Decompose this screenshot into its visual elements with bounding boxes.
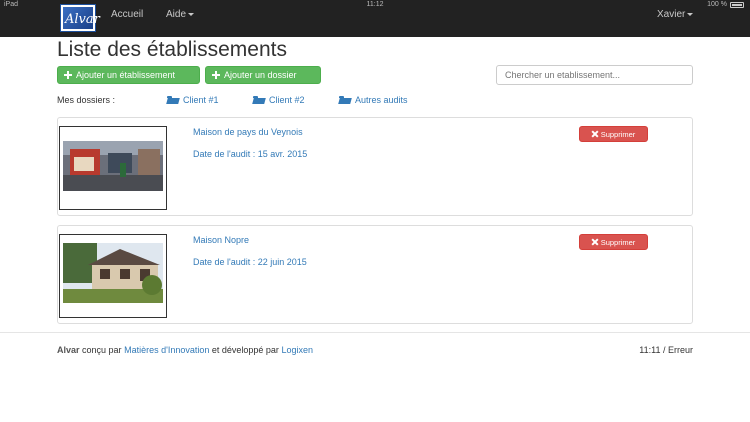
establishment-photo[interactable] xyxy=(59,126,167,210)
audit-date: Date de l'audit : 15 avr. 2015 xyxy=(193,149,308,159)
battery-icon xyxy=(730,1,744,8)
footer-text-designed: conçu par xyxy=(82,345,122,355)
footer-text-developed: et développé par xyxy=(211,345,279,355)
folder-open-icon xyxy=(253,96,265,104)
remove-icon xyxy=(592,131,598,137)
nav-help-dropdown[interactable]: Aide xyxy=(166,9,195,20)
plus-icon xyxy=(212,71,220,79)
add-folder-label: Ajouter un dossier xyxy=(224,70,297,80)
page-title: Liste des établissements xyxy=(57,38,287,61)
footer-brand: Alvar xyxy=(57,345,80,355)
nav-user-label: Xavier xyxy=(657,9,686,20)
folder-link-client-2[interactable]: Client #2 xyxy=(253,95,305,105)
remove-icon xyxy=(592,239,598,245)
footer-link-designer[interactable]: Matières d'Innovation xyxy=(124,345,209,355)
folders-label: Mes dossiers : xyxy=(57,95,116,105)
folder-open-icon xyxy=(167,96,179,104)
status-time: 11:12 xyxy=(366,1,384,8)
add-establishment-label: Ajouter un établissement xyxy=(76,70,176,80)
nav-home-link[interactable]: Accueil xyxy=(111,9,143,20)
establishment-card: Maison de pays du Veynois Date de l'audi… xyxy=(57,117,693,216)
ios-status-bar: iPad 11:12 100 % xyxy=(0,0,750,10)
add-establishment-button[interactable]: Ajouter un établissement xyxy=(57,66,200,84)
nav-user-dropdown[interactable]: Xavier xyxy=(657,9,694,20)
establishment-name-link[interactable]: Maison de pays du Veynois xyxy=(193,127,303,137)
folder-label: Client #2 xyxy=(269,95,305,105)
plus-icon xyxy=(64,71,72,79)
folder-label: Client #1 xyxy=(183,95,219,105)
folder-link-other-audits[interactable]: Autres audits xyxy=(339,95,408,105)
delete-label: Supprimer xyxy=(600,237,636,247)
footer-divider xyxy=(0,332,750,333)
battery-label: 100 % xyxy=(707,1,727,8)
delete-button[interactable]: Supprimer xyxy=(579,234,648,250)
audit-date: Date de l'audit : 22 juin 2015 xyxy=(193,257,307,267)
house-photo xyxy=(60,235,166,317)
delete-label: Supprimer xyxy=(600,129,636,139)
delete-button[interactable]: Supprimer xyxy=(579,126,648,142)
footer-credits: Alvar conçu par Matières d'Innovation et… xyxy=(57,345,313,355)
footer-link-developer[interactable]: Logixen xyxy=(281,345,313,355)
logo-text: Alvar xyxy=(65,12,100,27)
establishment-name-link[interactable]: Maison Nopre xyxy=(193,235,249,245)
folder-label: Autres audits xyxy=(355,95,408,105)
battery-status: 100 % xyxy=(707,1,744,8)
establishment-photo[interactable] xyxy=(59,234,167,318)
footer-status: 11:11 / Erreur xyxy=(639,345,693,355)
search-input[interactable] xyxy=(496,65,693,85)
folder-open-icon xyxy=(339,96,351,104)
establishment-card: Maison Nopre Date de l'audit : 22 juin 2… xyxy=(57,225,693,324)
add-folder-button[interactable]: Ajouter un dossier xyxy=(205,66,321,84)
storefront-photo xyxy=(60,127,166,209)
folder-link-client-1[interactable]: Client #1 xyxy=(167,95,219,105)
chevron-down-icon xyxy=(188,12,195,16)
nav-help-label: Aide xyxy=(166,9,187,20)
chevron-down-icon xyxy=(687,12,694,16)
